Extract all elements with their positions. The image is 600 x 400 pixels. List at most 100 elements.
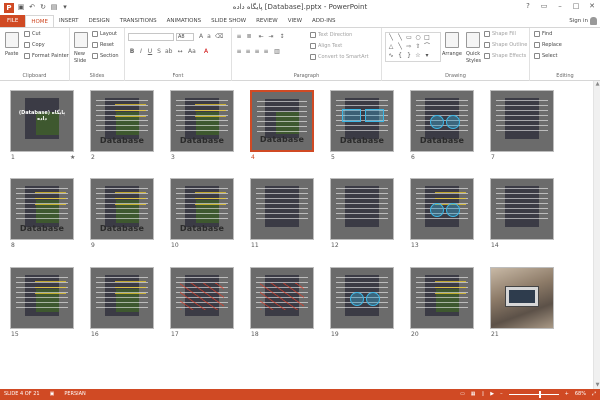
format-painter-button[interactable]: Format Painter: [24, 53, 69, 59]
slide-thumbnail-9[interactable]: Database: [90, 178, 154, 240]
copy-button[interactable]: Copy: [24, 42, 45, 48]
shadow-icon[interactable]: S: [156, 49, 162, 55]
tab-home[interactable]: HOME: [25, 15, 55, 27]
text-direction-button[interactable]: Text Direction: [310, 32, 352, 38]
close-icon[interactable]: ✕: [586, 1, 598, 12]
cut-button[interactable]: Cut: [24, 31, 41, 37]
arrow-shape-icon[interactable]: ⇧: [414, 43, 422, 51]
bullets-icon[interactable]: ≡: [236, 34, 242, 40]
tab-insert[interactable]: INSERT: [54, 15, 83, 27]
quick-styles-icon[interactable]: [466, 32, 480, 48]
vertical-scrollbar[interactable]: ▲ ▼: [593, 81, 600, 389]
slideshow-icon[interactable]: ▤: [50, 3, 58, 12]
slide-thumbnail-6[interactable]: Database: [410, 90, 474, 152]
change-case-icon[interactable]: Aa: [188, 49, 196, 55]
save-icon[interactable]: ▣: [17, 3, 25, 12]
slide-thumbnail-11[interactable]: [250, 178, 314, 240]
more-shapes-icon[interactable]: ▾: [423, 52, 431, 60]
arrow-shape-icon[interactable]: ⇨: [405, 43, 413, 51]
tab-file[interactable]: FILE: [0, 15, 26, 27]
tab-transitions[interactable]: TRANSITIONS: [115, 15, 162, 27]
slide-thumbnail-16[interactable]: [90, 267, 154, 329]
font-size-field[interactable]: A8: [176, 33, 194, 41]
slide-thumbnail-14[interactable]: [490, 178, 554, 240]
shrink-font-icon[interactable]: a: [206, 34, 212, 40]
find-button[interactable]: Find: [534, 31, 552, 37]
slide-thumbnail-10[interactable]: Database: [170, 178, 234, 240]
brace-shape-icon[interactable]: {: [396, 52, 404, 60]
font-color-icon[interactable]: A: [203, 49, 209, 55]
proofing-icon[interactable]: ▣: [50, 389, 55, 400]
clear-format-icon[interactable]: ⌫: [215, 34, 223, 40]
bold-icon[interactable]: B: [129, 49, 135, 55]
slide-thumbnail-21[interactable]: [490, 267, 554, 329]
oval-shape-icon[interactable]: ○: [414, 34, 422, 42]
tab-view[interactable]: VIEW: [283, 15, 307, 27]
grow-font-icon[interactable]: A: [198, 34, 204, 40]
slide-thumbnail-17[interactable]: [170, 267, 234, 329]
increase-indent-icon[interactable]: ⇥: [268, 34, 274, 40]
customize-icon[interactable]: ▾: [61, 3, 69, 12]
paste-button[interactable]: Paste: [5, 51, 19, 57]
triangle-shape-icon[interactable]: △: [387, 43, 395, 51]
ribbon-display-icon[interactable]: ▭: [538, 1, 550, 12]
line-shape-icon[interactable]: ╲: [387, 34, 395, 42]
new-slide-button-2[interactable]: Slide: [74, 58, 86, 64]
transition-star-icon[interactable]: ★: [70, 154, 75, 161]
shape-effects-button[interactable]: Shape Effects: [484, 53, 526, 59]
shape-outline-button[interactable]: Shape Outline: [484, 42, 527, 48]
rect-shape-icon[interactable]: □: [423, 34, 431, 42]
language-indicator[interactable]: PERSIAN: [64, 389, 85, 400]
layout-button[interactable]: Layout: [92, 31, 117, 37]
new-slide-button[interactable]: New: [74, 51, 85, 57]
slide-thumbnail-12[interactable]: [330, 178, 394, 240]
numbering-icon[interactable]: ≣: [246, 34, 252, 40]
align-right-icon[interactable]: ≡: [254, 49, 260, 55]
slideshow-view-icon[interactable]: ▶: [490, 389, 494, 400]
redo-icon[interactable]: ↻: [39, 3, 47, 12]
decrease-indent-icon[interactable]: ⇤: [258, 34, 264, 40]
slide-thumbnail-4[interactable]: Database: [250, 90, 314, 152]
underline-icon[interactable]: U: [147, 49, 153, 55]
paste-icon[interactable]: [5, 32, 19, 48]
line-shape-icon[interactable]: ╲: [396, 43, 404, 51]
align-center-icon[interactable]: ≡: [245, 49, 251, 55]
quick-styles-button[interactable]: Quick: [466, 51, 480, 57]
maximize-icon[interactable]: □: [570, 1, 582, 12]
tab-design[interactable]: DESIGN: [84, 15, 115, 27]
brace-shape-icon[interactable]: }: [405, 52, 413, 60]
slide-thumbnail-2[interactable]: Database: [90, 90, 154, 152]
tab-add-ins[interactable]: ADD-INS: [307, 15, 340, 27]
slide-thumbnail-19[interactable]: [330, 267, 394, 329]
minimize-icon[interactable]: –: [554, 1, 566, 12]
font-name-field[interactable]: [128, 33, 174, 41]
zoom-out-icon[interactable]: –: [500, 389, 503, 400]
zoom-in-icon[interactable]: +: [565, 389, 569, 400]
user-icon[interactable]: [590, 17, 597, 25]
normal-view-icon[interactable]: ▭: [460, 389, 465, 400]
zoom-thumb[interactable]: [538, 391, 541, 398]
char-spacing-icon[interactable]: ↔: [177, 49, 183, 55]
quick-styles-button-2[interactable]: Styles: [466, 58, 481, 64]
tab-animations[interactable]: ANIMATIONS: [162, 15, 207, 27]
slide-thumbnail-13[interactable]: [410, 178, 474, 240]
align-text-button[interactable]: Align Text: [310, 43, 342, 49]
curve-shape-icon[interactable]: ∿: [387, 52, 395, 60]
select-button[interactable]: Select: [534, 53, 557, 59]
italic-icon[interactable]: I: [138, 49, 144, 55]
arrange-icon[interactable]: [445, 32, 459, 48]
tab-slide-show[interactable]: SLIDE SHOW: [206, 15, 251, 27]
curve-shape-icon[interactable]: ⌒: [423, 43, 431, 51]
help-icon[interactable]: ?: [522, 1, 534, 12]
shapes-gallery[interactable]: ╲ ╲ ▭ ○ □ △ ╲ ⇨ ⇧ ⌒ ∿{ } ☆ ▾: [385, 32, 441, 62]
star-shape-icon[interactable]: ☆: [414, 52, 422, 60]
slide-thumbnail-18[interactable]: [250, 267, 314, 329]
zoom-level[interactable]: 68%: [575, 389, 586, 400]
scroll-up-icon[interactable]: ▲: [594, 81, 600, 88]
reading-view-icon[interactable]: ▯: [482, 389, 485, 400]
rect-shape-icon[interactable]: ▭: [405, 34, 413, 42]
align-left-icon[interactable]: ≡: [236, 49, 242, 55]
sign-in-link[interactable]: Sign in: [569, 15, 588, 27]
convert-smartart-button[interactable]: Convert to SmartArt: [310, 54, 369, 60]
undo-icon[interactable]: ↶: [28, 3, 36, 12]
